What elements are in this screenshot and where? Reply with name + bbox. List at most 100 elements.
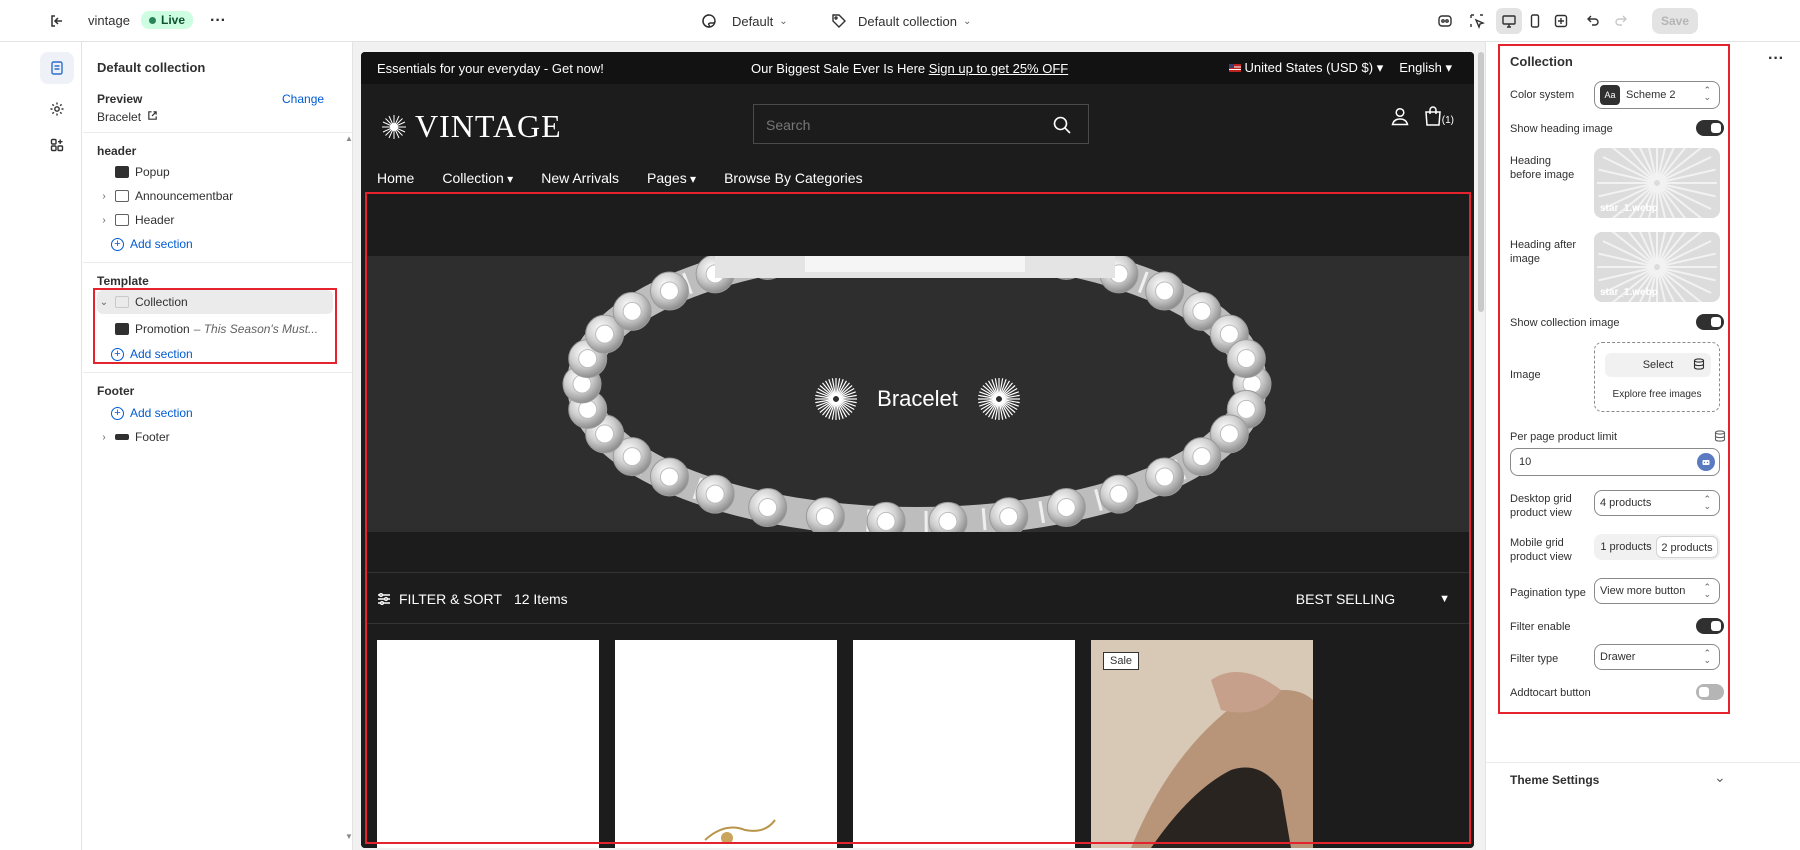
settings-panel: Collection ··· Color system Aa Scheme 2 … [1485,42,1800,850]
add-section-label: Add section [130,237,193,251]
device-toggle [1496,8,1574,34]
live-label: Live [161,13,186,27]
theme-settings-label: Theme Settings [1510,773,1600,787]
section-label: Header [135,213,175,227]
us-flag-icon [1229,64,1242,72]
cart-button[interactable]: (1) [1424,106,1454,126]
redo-icon[interactable] [1608,8,1634,34]
section-label: Announcementbar [135,189,234,203]
preview-value-text: Bracelet [97,110,142,124]
divider [83,262,353,263]
store-logo[interactable]: VINTAGE [381,108,562,145]
preview-value[interactable]: Bracelet [97,110,158,124]
tag-icon [826,8,852,34]
sections-icon[interactable] [40,52,74,84]
section-icon [115,190,129,202]
top-bar: vintage Live ··· Default ⌄ Default colle… [0,0,1800,42]
live-badge: Live [141,11,194,29]
annotation-box-settings [1498,44,1730,714]
footer-group-label: Footer [97,384,135,398]
announcement-bar: Essentials for your everyday - Get now! … [361,52,1474,84]
template-selector[interactable]: Default collection ⌄ [826,8,971,34]
chevron-down-icon: ⌄ [1714,769,1726,785]
template-selector-label: Default collection [858,13,957,29]
theme-selector-label: Default [732,13,774,29]
left-rail [0,42,82,850]
nav-browse-categories[interactable]: Browse By Categories [724,170,863,186]
scroll-down-icon[interactable]: ▼ [345,832,353,841]
locale-selectors: United States (USD $) ▾ English ▾ [1229,60,1452,76]
undo-icon[interactable] [1580,8,1606,34]
theme-settings-row[interactable]: Theme Settings ⌄ [1486,762,1800,802]
chevron-right-icon[interactable]: › [97,191,111,202]
chevron-right-icon[interactable]: › [97,432,111,443]
signup-link[interactable]: Sign up to get 25% OFF [929,61,1068,76]
plus-circle-icon: + [111,237,124,251]
exit-icon[interactable] [44,8,70,34]
sunburst-logo-icon [382,114,406,139]
preview-label: Preview [97,92,143,106]
fullscreen-icon[interactable] [1548,8,1574,34]
annotation-box-preview [365,192,1471,844]
add-section-label: Add section [130,406,193,420]
nav-new-arrivals[interactable]: New Arrivals [541,170,619,186]
live-dot-icon [149,16,156,24]
logo-text: VINTAGE [415,108,562,144]
more-options-icon[interactable]: ··· [205,8,231,34]
section-item-header[interactable]: › Header [97,208,333,232]
inspector-icon[interactable] [1432,8,1458,34]
nav-collection[interactable]: Collection [442,170,513,186]
more-options-icon[interactable]: ··· [1768,50,1784,68]
currency-selector[interactable]: United States (USD $) ▾ [1229,60,1383,76]
chevron-down-icon: ⌄ [963,15,972,27]
divider [83,132,353,133]
preview-canvas: Essentials for your everyday - Get now! … [353,42,1485,850]
store-search-input[interactable]: Search [753,104,1089,144]
change-preview-link[interactable]: Change [282,92,324,106]
search-icon[interactable] [1052,115,1072,135]
header-group-label: header [97,144,137,158]
plus-circle-icon: + [111,406,124,420]
nav-pages[interactable]: Pages [647,170,696,186]
store-preview: Essentials for your everyday - Get now! … [361,52,1474,848]
theme-icon [696,8,722,34]
footer-icon [115,434,129,440]
account-icon[interactable] [1390,106,1410,126]
template-group-label: Template [97,274,149,288]
divider [83,372,353,373]
scroll-up-icon[interactable]: ▲ [345,134,353,143]
section-label: Footer [135,430,170,444]
announcement-left: Essentials for your everyday - Get now! [377,60,604,76]
sidebar-title: Default collection [97,60,206,75]
gear-icon[interactable] [40,93,74,125]
shopping-bag-icon [1424,106,1441,126]
annotation-box-template [93,288,337,364]
currency-label: United States (USD $) [1244,60,1374,75]
section-item-announcementbar[interactable]: › Announcementbar [97,184,333,208]
section-label: Popup [135,165,170,179]
add-section-footer[interactable]: + Add section [97,401,333,425]
announcement-center-text: Our Biggest Sale Ever Is Here [751,60,929,76]
section-item-popup[interactable]: Popup [97,160,333,184]
chevron-right-icon[interactable]: › [97,215,111,226]
desktop-icon[interactable] [1496,8,1522,34]
apps-icon[interactable] [40,129,74,161]
search-placeholder: Search [766,117,811,133]
language-label: English [1399,60,1442,75]
nav-home[interactable]: Home [377,170,414,186]
mobile-icon[interactable] [1522,8,1548,34]
preview-scrollbar[interactable] [1478,52,1484,312]
language-selector[interactable]: English ▾ [1399,60,1452,76]
external-link-icon [147,110,158,124]
section-item-footer[interactable]: › Footer [97,425,333,449]
theme-selector[interactable]: Default ⌄ [696,8,788,34]
select-element-icon[interactable] [1464,8,1490,34]
cart-count: (1) [1441,115,1454,126]
sections-sidebar: Default collection Preview Change Bracel… [83,42,353,850]
announcement-center: Our Biggest Sale Ever Is Here Sign up to… [751,61,1068,76]
save-button[interactable]: Save [1652,8,1698,34]
store-name: vintage [88,13,130,28]
main-nav: Home Collection New Arrivals Pages Brows… [377,170,863,186]
add-section-header[interactable]: + Add section [97,232,333,256]
header-icons: (1) [1390,106,1454,126]
